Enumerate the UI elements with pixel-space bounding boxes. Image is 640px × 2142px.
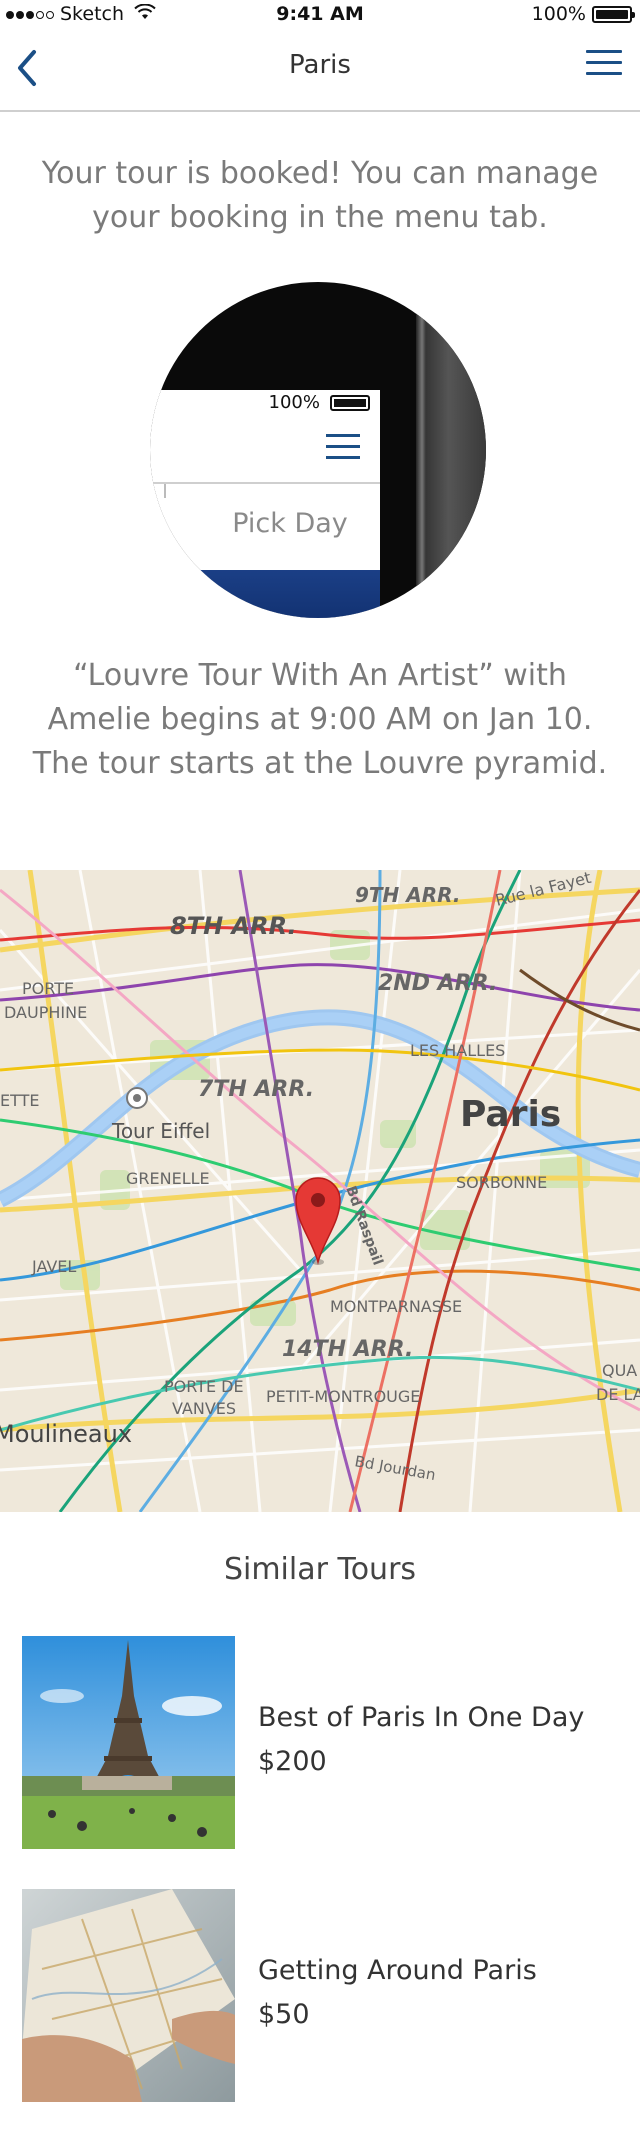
booking-confirmation-message: Your tour is booked! You can manage your… bbox=[41, 156, 599, 235]
status-right: 100% bbox=[531, 3, 635, 25]
navigation-bar: Paris bbox=[0, 28, 640, 112]
map-label-dela: DE LA bbox=[596, 1385, 640, 1404]
tour-name: Getting Around Paris bbox=[258, 1955, 537, 1986]
map-in-hand-thumbnail bbox=[22, 1889, 235, 2102]
similar-tours-heading: Similar Tours bbox=[223, 1552, 417, 1587]
tour-details-text: “Louvre Tour With An Artist” with Amelie… bbox=[32, 658, 608, 781]
map-label-qua: QUA bbox=[602, 1361, 637, 1380]
map-label-sorbonne: SORBONNE bbox=[456, 1173, 547, 1192]
battery-icon bbox=[592, 5, 635, 23]
map-label-moulineaux: Moulineaux bbox=[0, 1420, 132, 1448]
map-label-petit-montrouge: PETIT-MONTROUGE bbox=[266, 1387, 420, 1406]
map-label-porte-de: PORTE DE bbox=[164, 1377, 244, 1396]
map-label-ette: ETTE bbox=[0, 1091, 39, 1110]
status-bar: Sketch 9:41 AM 100% bbox=[0, 0, 640, 28]
illustration-pick-day: Pick Day bbox=[232, 508, 348, 539]
map-label-arr14: 14TH ARR. bbox=[282, 1337, 413, 1362]
battery-percent: 100% bbox=[531, 3, 586, 25]
map-label-halles: LES HALLES bbox=[410, 1041, 505, 1060]
map-label-arr8: 8TH ARR. bbox=[170, 912, 297, 940]
illustration-blue-panel bbox=[150, 570, 380, 618]
tour-name: Best of Paris In One Day bbox=[258, 1702, 585, 1733]
hamburger-menu-icon bbox=[586, 50, 622, 75]
phone-edge bbox=[416, 312, 426, 612]
tour-price: $50 bbox=[258, 1999, 310, 2030]
illustration-divider bbox=[150, 482, 380, 484]
eiffel-tower-thumbnail bbox=[22, 1636, 235, 1849]
illustration-tick bbox=[164, 484, 166, 498]
map-label-vanves: VANVES bbox=[172, 1399, 236, 1418]
phone-side bbox=[418, 282, 486, 618]
map-label-javel: JAVEL bbox=[31, 1257, 76, 1276]
map-label-arr7: 7TH ARR. bbox=[198, 1077, 314, 1102]
illustration-battery-percent: 100% bbox=[268, 392, 320, 413]
illustration-menu-icon bbox=[326, 434, 360, 467]
map-label-dauphine: DAUPHINE bbox=[4, 1003, 87, 1022]
map-label-arr9: 9TH ARR. bbox=[355, 883, 461, 907]
phone-screen: 100% Pick Day bbox=[150, 390, 380, 618]
menu-button[interactable] bbox=[586, 50, 622, 84]
map-label-grenelle: GRENELLE bbox=[126, 1169, 210, 1188]
similar-tour-card[interactable]: Getting Around Paris $50 bbox=[22, 1889, 622, 2103]
tour-price: $200 bbox=[258, 1746, 327, 1777]
similar-tour-card[interactable]: Best of Paris In One Day $200 bbox=[22, 1636, 622, 1850]
page-title: Paris bbox=[289, 50, 351, 80]
map-label-montparnasse: MONTPARNASSE bbox=[330, 1297, 462, 1316]
map-label-arr2: 2ND ARR. bbox=[378, 971, 497, 996]
map-label-paris: Paris bbox=[460, 1094, 561, 1135]
map-label-eiffel: Tour Eiffel bbox=[111, 1119, 210, 1143]
map-label-porte: PORTE bbox=[22, 979, 74, 998]
meeting-point-map[interactable]: 9TH ARR. Rue la Fayet 8TH ARR. PORTE DAU… bbox=[0, 870, 640, 1512]
menu-hint-illustration: 100% Pick Day bbox=[150, 282, 486, 618]
illustration-battery-icon bbox=[330, 395, 370, 411]
